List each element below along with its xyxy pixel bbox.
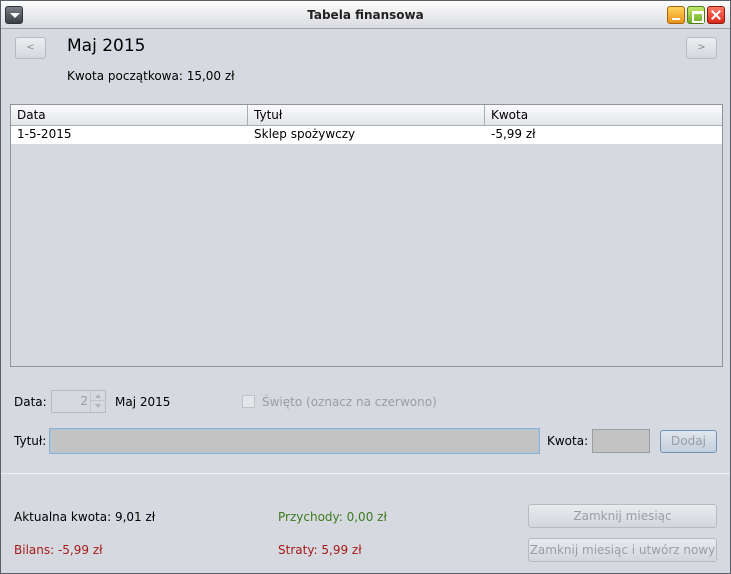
amount-input[interactable] bbox=[592, 429, 650, 453]
cell-title: Sklep spożywczy bbox=[254, 127, 356, 141]
column-header-title[interactable]: Tytuł bbox=[248, 105, 485, 126]
table-row[interactable]: 1-5-2015 Sklep spożywczy -5,99 zł bbox=[11, 126, 722, 144]
amount-label: Kwota: bbox=[547, 434, 589, 448]
day-value: 2 bbox=[80, 394, 88, 408]
column-header-date[interactable]: Data bbox=[11, 105, 248, 126]
maximize-icon[interactable] bbox=[687, 6, 705, 24]
day-spinner[interactable]: 2 bbox=[51, 390, 106, 413]
cell-date: 1-5-2015 bbox=[17, 127, 72, 141]
title-input[interactable] bbox=[49, 428, 540, 454]
previous-month-button[interactable]: < bbox=[15, 37, 46, 59]
month-title: Maj 2015 bbox=[67, 36, 146, 56]
current-amount: Aktualna kwota: 9,01 zł bbox=[14, 510, 156, 524]
losses-total: Straty: 5,99 zł bbox=[278, 543, 362, 557]
holiday-checkbox[interactable] bbox=[242, 395, 255, 408]
spin-down-icon[interactable] bbox=[91, 401, 106, 411]
add-button[interactable]: Dodaj bbox=[660, 430, 717, 453]
finance-table-window: Tabela finansowa < Maj 2015 > Kwota pocz… bbox=[0, 0, 731, 574]
date-label: Data: bbox=[14, 395, 47, 409]
window-title: Tabela finansowa bbox=[307, 8, 424, 22]
month-label: Maj 2015 bbox=[115, 395, 171, 409]
spinner-arrows bbox=[90, 391, 106, 412]
transactions-table[interactable]: Data Tytuł Kwota 1-5-2015 Sklep spożywcz… bbox=[10, 104, 723, 367]
income-total: Przychody: 0,00 zł bbox=[278, 510, 387, 524]
separator bbox=[1, 473, 730, 474]
title-label: Tytuł: bbox=[14, 434, 47, 448]
next-month-button[interactable]: > bbox=[686, 37, 717, 59]
column-header-amount[interactable]: Kwota bbox=[485, 105, 722, 126]
holiday-label: Święto (oznacz na czerwono) bbox=[262, 395, 437, 409]
table-header: Data Tytuł Kwota bbox=[11, 105, 722, 126]
close-month-and-create-new-button[interactable]: Zamknij miesiąc i utwórz nowy bbox=[528, 538, 717, 562]
spin-up-icon[interactable] bbox=[91, 391, 106, 401]
balance-total: Bilans: -5,99 zł bbox=[14, 543, 103, 557]
close-month-button[interactable]: Zamknij miesiąc bbox=[528, 504, 717, 528]
close-icon[interactable] bbox=[707, 6, 725, 24]
minimize-icon[interactable] bbox=[667, 6, 685, 24]
title-bar[interactable]: Tabela finansowa bbox=[1, 1, 730, 29]
start-amount: Kwota początkowa: 15,00 zł bbox=[67, 69, 235, 83]
cell-amount: -5,99 zł bbox=[491, 127, 536, 141]
